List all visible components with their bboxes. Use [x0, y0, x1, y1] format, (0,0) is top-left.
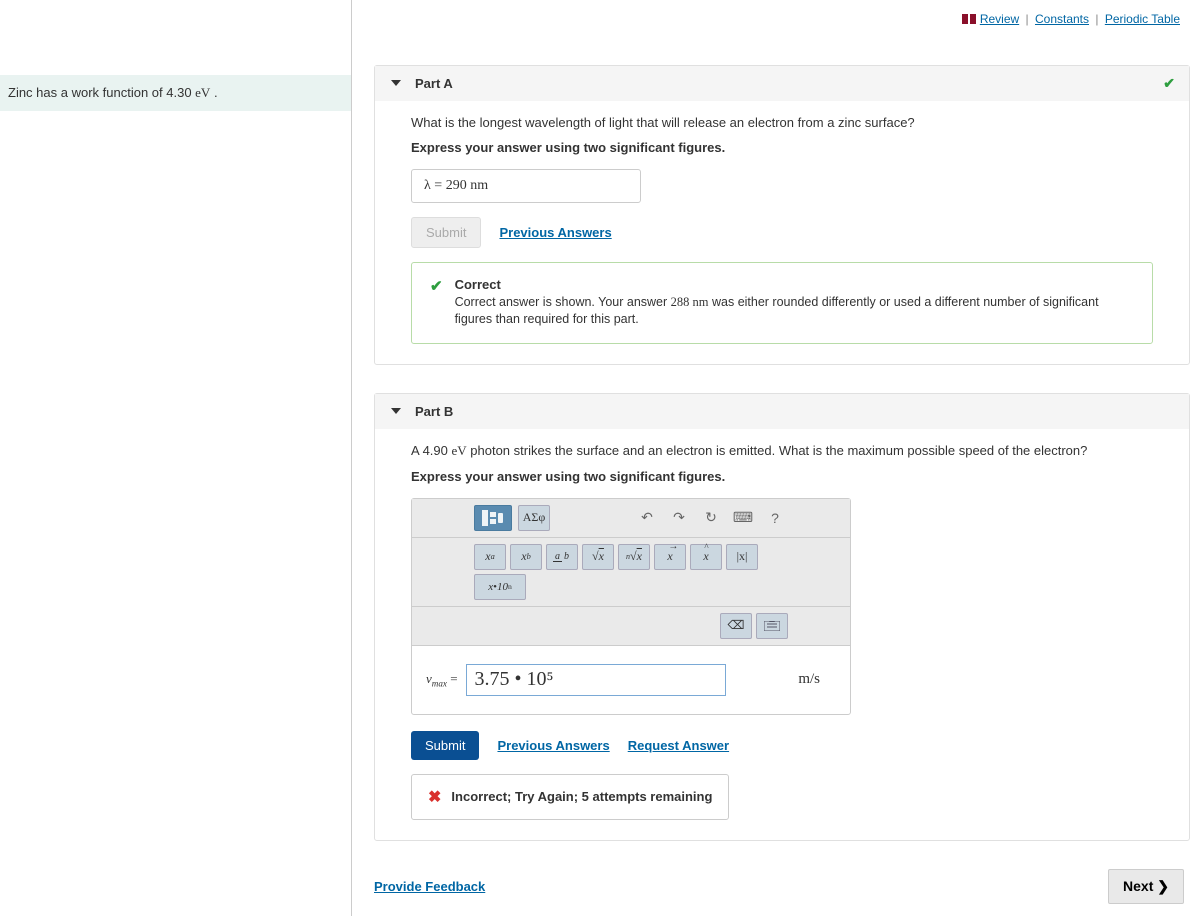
previous-answers-link[interactable]: Previous Answers — [499, 225, 611, 240]
superscript-button[interactable]: xa — [474, 544, 506, 570]
next-button[interactable]: Next ❯ — [1108, 869, 1184, 904]
hat-button[interactable]: x^ — [690, 544, 722, 570]
submit-button[interactable]: Submit — [411, 731, 479, 760]
caret-down-icon[interactable] — [391, 80, 401, 86]
answer-value: 290 — [446, 178, 467, 193]
feedback-title: Correct — [455, 277, 1134, 292]
provide-feedback-link[interactable]: Provide Feedback — [374, 879, 485, 894]
feedback-text: Correct answer is shown. Your answer 288… — [455, 294, 1134, 329]
keyboard-icon[interactable]: ⌨ — [730, 507, 756, 529]
incorrect-text: Incorrect; Try Again; 5 attempts remaini… — [451, 789, 712, 804]
part-b-instruction: Express your answer using two significan… — [411, 469, 1153, 484]
part-a-question: What is the longest wavelength of light … — [411, 115, 1153, 130]
part-a-answer: λ = 290 nm — [411, 169, 641, 203]
template-mode-button[interactable] — [474, 505, 512, 531]
part-a-title: Part A — [415, 76, 453, 91]
part-a-header: Part A ✔ — [375, 66, 1189, 101]
separator: | — [1026, 12, 1029, 26]
nth-root-button[interactable]: n√x — [618, 544, 650, 570]
problem-text-post: . — [210, 85, 217, 100]
fraction-button[interactable]: ab — [546, 544, 578, 570]
problem-text-pre: Zinc has a work function of 4.30 — [8, 85, 195, 100]
check-icon: ✔ — [1163, 75, 1175, 92]
part-b-title: Part B — [415, 404, 453, 419]
part-b-header: Part B — [375, 394, 1189, 429]
constants-link[interactable]: Constants — [1035, 12, 1089, 26]
abs-button[interactable]: |x| — [726, 544, 758, 570]
review-link[interactable]: Review — [980, 12, 1019, 26]
check-icon: ✔ — [430, 277, 443, 329]
greek-button[interactable]: ΑΣφ — [518, 505, 550, 531]
sci-notation-button[interactable]: x•10n — [474, 574, 526, 600]
problem-statement: Zinc has a work function of 4.30 eV . — [0, 75, 351, 111]
equation-editor: ΑΣφ ↶ ↷ ↻ ⌨ ? xa xb ab √x n√x x→ — [411, 498, 851, 715]
answer-unit: m/s — [798, 671, 836, 688]
reset-icon[interactable]: ↻ — [698, 507, 724, 529]
vector-button[interactable]: x→ — [654, 544, 686, 570]
part-a-box: Part A ✔ What is the longest wavelength … — [374, 65, 1190, 365]
subscript-button[interactable]: xb — [510, 544, 542, 570]
part-a-instruction: Express your answer using two significan… — [411, 140, 1153, 155]
previous-answers-link[interactable]: Previous Answers — [497, 738, 609, 753]
undo-icon[interactable]: ↶ — [634, 507, 660, 529]
request-answer-link[interactable]: Request Answer — [628, 738, 729, 753]
feedback-incorrect: ✖ Incorrect; Try Again; 5 attempts remai… — [411, 774, 729, 820]
caret-down-icon[interactable] — [391, 408, 401, 414]
problem-unit: eV — [195, 85, 210, 100]
answer-unit: nm — [467, 178, 488, 193]
redo-icon[interactable]: ↷ — [666, 507, 692, 529]
sqrt-button[interactable]: √x — [582, 544, 614, 570]
book-icon — [962, 13, 976, 27]
submit-button: Submit — [411, 217, 481, 248]
help-icon[interactable]: ? — [762, 507, 788, 529]
x-icon: ✖ — [428, 787, 441, 807]
separator: | — [1095, 12, 1098, 26]
periodic-table-link[interactable]: Periodic Table — [1105, 12, 1180, 26]
feedback-correct: ✔ Correct Correct answer is shown. Your … — [411, 262, 1153, 344]
keyboard-small-icon[interactable] — [756, 613, 788, 639]
part-b-question: A 4.90 eV photon strikes the surface and… — [411, 443, 1153, 459]
answer-variable: vmax = — [426, 671, 458, 689]
answer-symbol: λ = — [424, 178, 446, 193]
answer-input[interactable]: 3.75 • 10⁵ — [466, 664, 726, 696]
part-b-box: Part B A 4.90 eV photon strikes the surf… — [374, 393, 1190, 841]
backspace-icon[interactable]: ⌫ — [720, 613, 752, 639]
top-links: Review | Constants | Periodic Table — [374, 12, 1190, 27]
